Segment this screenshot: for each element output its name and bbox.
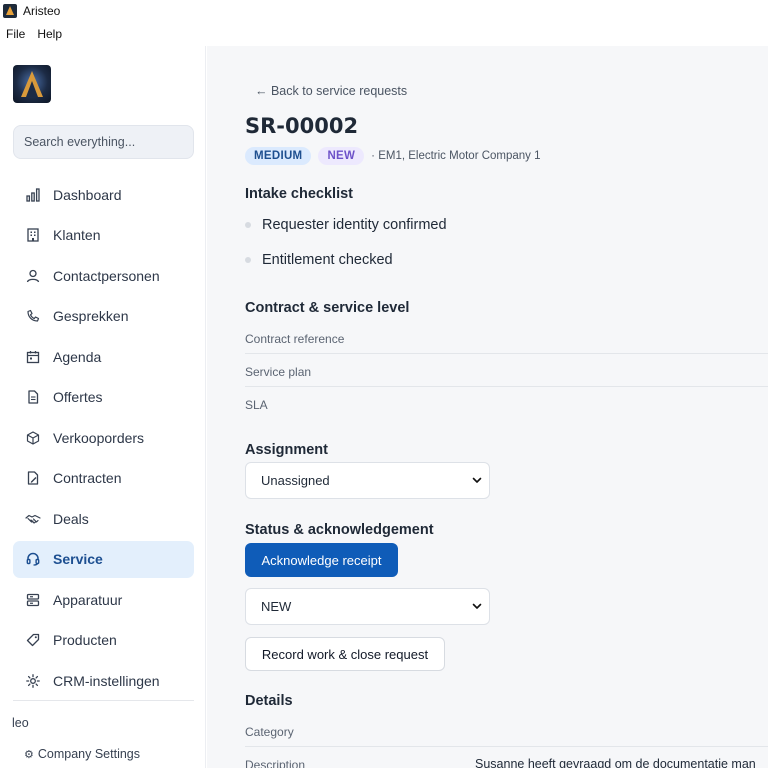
contract-reference-label: Contract reference [245,332,345,346]
window-titlebar: Aristeo [0,0,768,22]
row-divider [245,353,768,354]
app-logo-icon [3,4,17,18]
status-badge: NEW [318,147,365,165]
intake-heading: Intake checklist [245,186,353,202]
sidebar-item-label: Service [53,551,103,567]
calendar-icon [25,349,41,365]
search-input[interactable]: Search everything... [13,125,194,159]
sidebar-item-service[interactable]: Service [13,540,194,578]
badge-row: MEDIUM NEW · EM1, Electric Motor Company… [245,147,541,165]
sidebar-item-verkooporders[interactable]: Verkooporders [13,419,194,456]
sidebar-item-crm-instellingen[interactable]: CRM-instellingen [13,662,194,699]
row-divider [245,386,768,387]
checklist-dot-icon [245,257,251,263]
status-heading: Status & acknowledgement [245,522,434,538]
sidebar: Search everything... Dashboard Klanten C… [0,46,206,768]
chevron-down-icon [472,477,482,483]
contract-heading: Contract & service level [245,300,410,316]
checklist-item[interactable]: Entitlement checked [245,252,393,268]
sidebar-item-contactpersonen[interactable]: Contactpersonen [13,257,194,294]
priority-badge: MEDIUM [245,147,312,165]
company-settings-link[interactable]: ⚙ Company Settings [24,747,140,761]
sidebar-item-label: CRM-instellingen [53,672,160,689]
phone-icon [25,308,41,324]
sidebar-item-label: Contactpersonen [53,267,160,284]
checklist-item-label: Requester identity confirmed [262,217,447,233]
menu-help[interactable]: Help [31,27,68,41]
sidebar-item-label: Gesprekken [53,308,129,324]
menu-file[interactable]: File [0,27,31,41]
current-user: leo [12,716,29,730]
handshake-icon [25,511,41,527]
category-label: Category [245,725,294,739]
sidebar-item-label: Agenda [53,348,102,365]
details-heading: Details [245,693,293,709]
chevron-down-icon [472,603,482,609]
building-icon [25,227,41,243]
sidebar-item-label: Verkooporders [53,429,145,446]
close-request-button[interactable]: Record work & close request [245,637,445,671]
sidebar-item-dashboard[interactable]: Dashboard [13,176,194,213]
sidebar-divider [13,700,194,701]
menu-bar: File Help [0,22,768,46]
assignment-value: Unassigned [261,473,330,488]
company-logo[interactable] [13,65,51,103]
server-icon [25,592,41,608]
row-divider [245,746,768,747]
box-icon [25,430,41,446]
document-icon [25,389,41,405]
sidebar-item-agenda[interactable]: Agenda [13,338,194,375]
tag-icon [25,632,41,648]
status-select[interactable]: NEW [245,588,490,625]
settings-icon: ⚙ [24,748,34,761]
acknowledge-receipt-button[interactable]: Acknowledge receipt [245,543,398,577]
window-title: Aristeo [23,4,61,18]
sidebar-nav: Dashboard Klanten Contactpersonen Gespre… [13,176,194,703]
sidebar-item-producten[interactable]: Producten [13,622,194,659]
sla-label: SLA [245,398,268,412]
description-label: Description [245,758,306,768]
status-value: NEW [261,599,292,614]
company-reference: · EM1, Electric Motor Company 1 [371,150,541,162]
main-content: ← Back to service requests SR-00002 MEDI… [207,46,768,768]
sidebar-item-offertes[interactable]: Offertes [13,379,194,416]
sidebar-item-label: Deals [53,510,89,527]
checklist-item-label: Entitlement checked [262,252,393,268]
contract-icon [25,470,41,486]
sidebar-item-gesprekken[interactable]: Gesprekken [13,298,194,335]
sidebar-item-label: Contracten [53,470,122,486]
sidebar-item-apparatuur[interactable]: Apparatuur [13,581,194,618]
bar-chart-icon [25,187,41,203]
headset-icon [25,551,41,567]
checklist-dot-icon [245,222,251,228]
assignment-heading: Assignment [245,442,328,458]
checklist-item[interactable]: Requester identity confirmed [245,217,447,233]
sidebar-item-label: Offertes [53,389,103,405]
sidebar-item-label: Apparatuur [53,591,123,608]
service-plan-label: Service plan [245,365,312,379]
sidebar-item-label: Dashboard [53,186,122,203]
user-icon [25,268,41,284]
description-value: Susanne heeft gevraagd om de documentati… [475,757,756,768]
sidebar-item-label: Klanten [53,227,101,243]
sidebar-item-label: Producten [53,632,117,648]
assignment-select[interactable]: Unassigned [245,462,490,499]
gear-icon [25,673,41,689]
sidebar-item-deals[interactable]: Deals [13,500,194,537]
sidebar-item-klanten[interactable]: Klanten [13,217,194,254]
back-link[interactable]: ← Back to service requests [255,84,407,98]
company-settings-label: Company Settings [37,747,141,761]
page-title: SR-00002 [245,114,359,138]
sidebar-item-contracten[interactable]: Contracten [13,460,194,497]
